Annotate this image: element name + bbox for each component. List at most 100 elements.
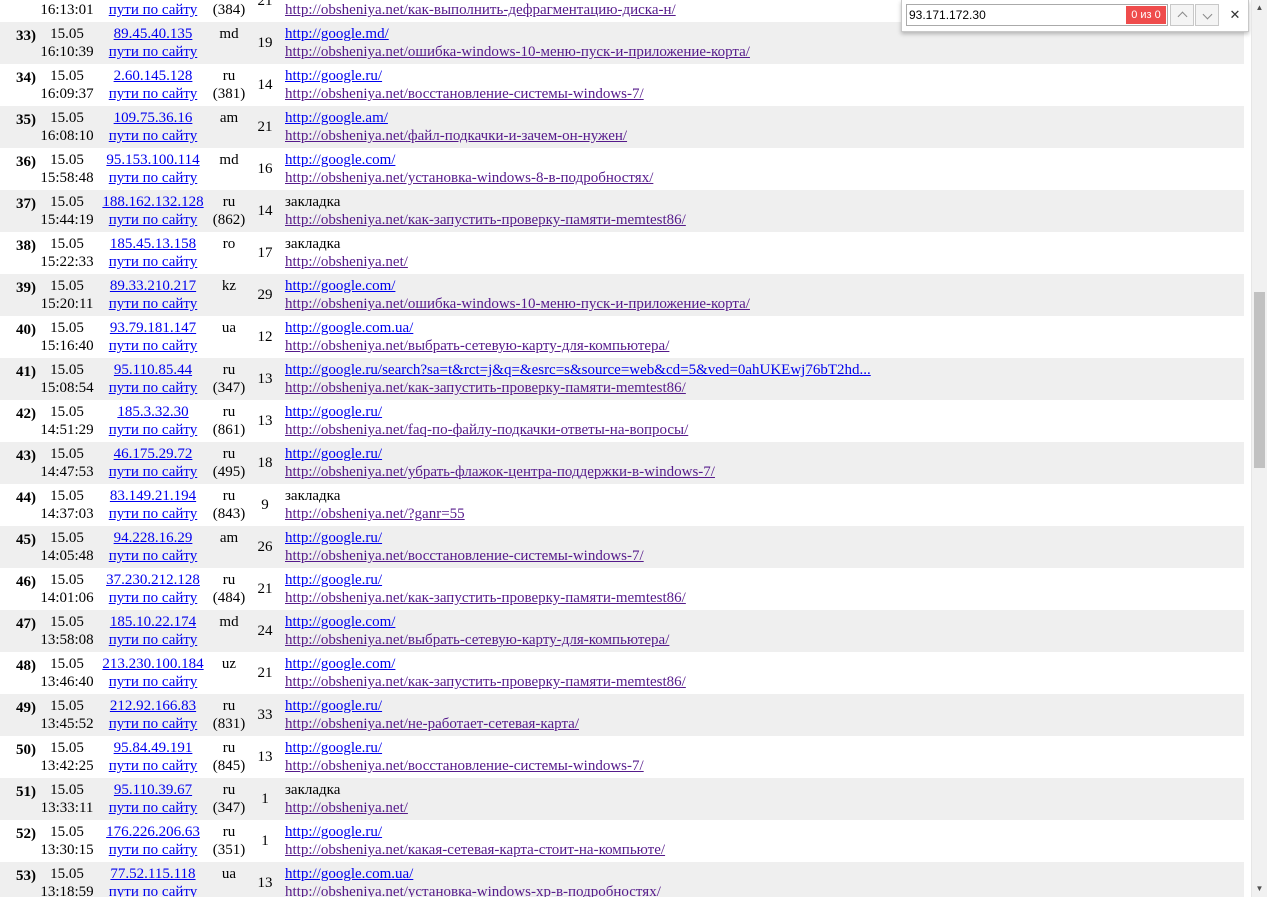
site-paths-link[interactable]: пути по сайту [109, 212, 198, 228]
site-paths-link[interactable]: пути по сайту [109, 590, 198, 606]
ip-address-link[interactable]: 212.92.166.83 [110, 698, 196, 714]
ip-address-link[interactable]: 93.79.181.147 [110, 320, 196, 336]
page-views: 9 [261, 497, 269, 513]
site-paths-link[interactable]: пути по сайту [109, 506, 198, 522]
referrer-link[interactable]: http://google.com/ [285, 152, 395, 168]
site-paths-link[interactable]: пути по сайту [109, 548, 198, 564]
referrer-link[interactable]: http://google.ru/ [285, 698, 382, 714]
find-next-button[interactable] [1195, 4, 1219, 26]
landing-page-link[interactable]: http://obsheniya.net/ошибка-windows-10-м… [285, 296, 750, 312]
ip-address-link[interactable]: 109.75.36.16 [114, 110, 193, 126]
ip-address-link[interactable]: 89.33.210.217 [110, 278, 196, 294]
ip-address-link[interactable]: 185.10.22.174 [110, 614, 196, 630]
country-code: ru [222, 740, 236, 756]
referrer-link[interactable]: http://google.ru/ [285, 68, 382, 84]
site-paths-link[interactable]: пути по сайту [109, 716, 198, 732]
site-paths-link[interactable]: пути по сайту [109, 758, 198, 774]
site-paths-link[interactable]: пути по сайту [109, 800, 198, 816]
find-close-button[interactable]: ✕ [1226, 5, 1244, 25]
site-paths-link[interactable]: пути по сайту [109, 338, 198, 354]
country-code: ro [222, 236, 236, 252]
ip-address-link[interactable]: 77.52.115.118 [110, 866, 195, 882]
referrer-link[interactable]: http://google.ru/ [285, 824, 382, 840]
site-paths-link[interactable]: пути по сайту [109, 380, 198, 396]
referrer-link[interactable]: http://google.com/ [285, 656, 395, 672]
landing-page-link[interactable]: http://obsheniya.net/какая-сетевая-карта… [285, 842, 665, 858]
referrer-link[interactable]: http://google.ru/ [285, 404, 382, 420]
ip-address-link[interactable]: 94.228.16.29 [114, 530, 193, 546]
scroll-up-arrow-icon[interactable]: ▲ [1252, 0, 1267, 16]
ip-address-link[interactable]: 95.110.85.44 [114, 362, 192, 378]
vertical-scrollbar[interactable]: ▲ ▼ [1251, 0, 1267, 897]
ip-address-link[interactable]: 213.230.100.184 [102, 656, 203, 672]
landing-page-link[interactable]: http://obsheniya.net/установка-windows-x… [285, 884, 661, 897]
site-paths-link[interactable]: пути по сайту [109, 86, 198, 102]
landing-page-link[interactable]: http://obsheniya.net/восстановление-сист… [285, 758, 644, 774]
site-paths-link[interactable]: пути по сайту [109, 128, 198, 144]
find-input[interactable] [909, 6, 1123, 24]
find-previous-button[interactable] [1170, 4, 1194, 26]
ip-address-link[interactable]: 46.175.29.72 [114, 446, 193, 462]
find-input-box[interactable]: 0 из 0 [906, 4, 1168, 26]
landing-page-link[interactable]: http://obsheniya.net/не-работает-сетевая… [285, 716, 579, 732]
scrollbar-thumb[interactable] [1254, 292, 1265, 468]
referrer-link[interactable]: http://google.am/ [285, 110, 388, 126]
referrer-link[interactable]: http://google.com.ua/ [285, 320, 413, 336]
ip-cell: 185.10.22.174 пути по сайту [98, 610, 208, 652]
referrer-link[interactable]: http://google.ru/ [285, 446, 382, 462]
ip-address-link[interactable]: 89.45.40.135 [114, 26, 193, 42]
scroll-down-arrow-icon[interactable]: ▼ [1252, 881, 1267, 897]
site-paths-link[interactable]: пути по сайту [109, 2, 198, 18]
ip-address-link[interactable]: 2.60.145.128 [114, 68, 193, 84]
referrer-link[interactable]: http://google.com.ua/ [285, 866, 413, 882]
landing-page-link[interactable]: http://obsheniya.net/ [285, 800, 408, 816]
site-paths-link[interactable]: пути по сайту [109, 254, 198, 270]
landing-page-link[interactable]: http://obsheniya.net/восстановление-сист… [285, 86, 644, 102]
landing-page-link[interactable]: http://obsheniya.net/как-запустить-прове… [285, 212, 686, 228]
landing-page-link[interactable]: http://obsheniya.net/выбрать-сетевую-кар… [285, 338, 669, 354]
landing-page-link[interactable]: http://obsheniya.net/выбрать-сетевую-кар… [285, 632, 669, 648]
referrer-link[interactable]: http://google.ru/ [285, 572, 382, 588]
ip-address-link[interactable]: 37.230.212.128 [106, 572, 200, 588]
landing-page-link[interactable]: http://obsheniya.net/?ganr=55 [285, 506, 465, 522]
ip-address-link[interactable]: 185.3.32.30 [117, 404, 188, 420]
referrer-link[interactable]: http://google.ru/search?sa=t&rct=j&q=&es… [285, 362, 871, 378]
landing-page-link[interactable]: http://obsheniya.net/убрать-флажок-центр… [285, 464, 715, 480]
site-paths-link[interactable]: пути по сайту [109, 464, 198, 480]
referrer-link[interactable]: http://google.ru/ [285, 530, 382, 546]
visit-count: (845) [212, 758, 246, 774]
ip-address-link[interactable]: 95.84.49.191 [114, 740, 193, 756]
ip-address-link[interactable]: 95.110.39.67 [114, 782, 192, 798]
datetime-cell: 15.05 16:09:37 [36, 64, 98, 106]
site-paths-link[interactable]: пути по сайту [109, 44, 198, 60]
landing-page-link[interactable]: http://obsheniya.net/файл-подкачки-и-зач… [285, 128, 627, 144]
landing-page-link[interactable]: http://obsheniya.net/ошибка-windows-10-м… [285, 44, 750, 60]
site-paths-link[interactable]: пути по сайту [109, 170, 198, 186]
views-cell: 26 [250, 526, 280, 568]
site-paths-link[interactable]: пути по сайту [109, 632, 198, 648]
referrer-link[interactable]: http://google.md/ [285, 26, 389, 42]
site-paths-link[interactable]: пути по сайту [109, 842, 198, 858]
ip-address-link[interactable]: 176.226.206.63 [106, 824, 200, 840]
referrer-link[interactable]: http://google.com/ [285, 614, 395, 630]
site-paths-link[interactable]: пути по сайту [109, 884, 198, 897]
datetime-cell: 15.05 15:44:19 [36, 190, 98, 232]
landing-page-link[interactable]: http://obsheniya.net/ [285, 254, 408, 270]
landing-page-link[interactable]: http://obsheniya.net/как-запустить-прове… [285, 380, 686, 396]
site-paths-link[interactable]: пути по сайту [109, 296, 198, 312]
referrer-link[interactable]: http://google.com/ [285, 278, 395, 294]
landing-page-link[interactable]: http://obsheniya.net/как-выполнить-дефра… [285, 2, 676, 18]
landing-page-link[interactable]: http://obsheniya.net/установка-windows-8… [285, 170, 653, 186]
ip-address-link[interactable]: 185.45.13.158 [110, 236, 196, 252]
referrer-link[interactable]: http://google.ru/ [285, 740, 382, 756]
ip-address-link[interactable]: 95.153.100.114 [106, 152, 199, 168]
ip-cell: 83.149.21.194 пути по сайту [98, 484, 208, 526]
landing-page-link[interactable]: http://obsheniya.net/как-запустить-прове… [285, 590, 686, 606]
site-paths-link[interactable]: пути по сайту [109, 674, 198, 690]
landing-page-link[interactable]: http://obsheniya.net/faq-по-файлу-подкач… [285, 422, 688, 438]
site-paths-link[interactable]: пути по сайту [109, 422, 198, 438]
ip-address-link[interactable]: 188.162.132.128 [102, 194, 203, 210]
landing-page-link[interactable]: http://obsheniya.net/восстановление-сист… [285, 548, 644, 564]
ip-address-link[interactable]: 83.149.21.194 [110, 488, 196, 504]
landing-page-link[interactable]: http://obsheniya.net/как-запустить-прове… [285, 674, 686, 690]
